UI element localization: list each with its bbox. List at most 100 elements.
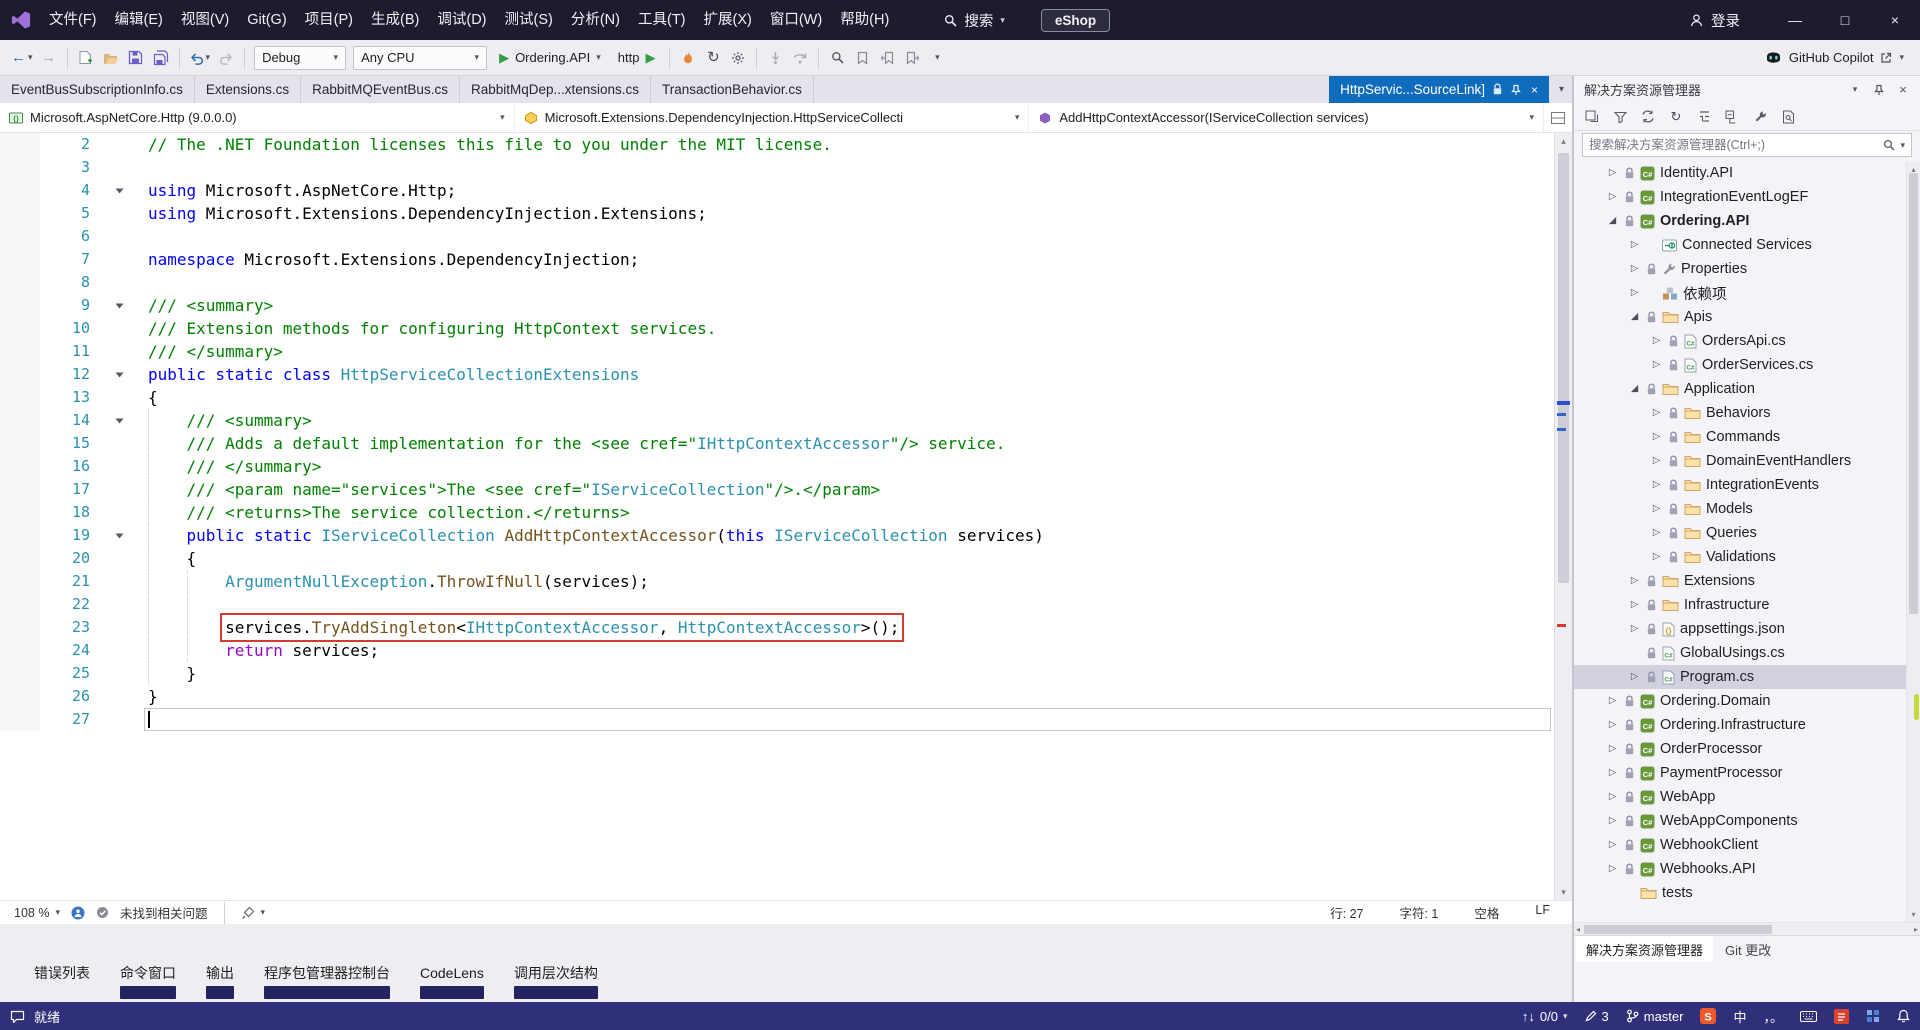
tree-item[interactable]: ▷ C# PaymentProcessor [1574, 761, 1906, 785]
presence-icon[interactable] [71, 906, 85, 920]
tree-expander-icon[interactable]: ▷ [1628, 576, 1641, 586]
code-line[interactable]: 24 return services; [0, 639, 1554, 662]
code-line[interactable]: 12 public static class HttpServiceCollect… [0, 363, 1554, 386]
menu-item[interactable]: 文件(F) [40, 0, 106, 40]
search-options-icon[interactable]: ▾ [1900, 140, 1905, 151]
code-line[interactable]: 21 ArgumentNullException.ThrowIfNull(ser… [0, 570, 1554, 593]
breakpoint-margin[interactable] [0, 179, 40, 202]
tree-expander-icon[interactable]: ▷ [1606, 168, 1619, 178]
panel-tab[interactable]: 调用层次结构 [513, 960, 598, 1002]
switch-views-button[interactable] [1580, 106, 1604, 128]
editor-tab[interactable]: RabbitMqDep...xtensions.cs [460, 76, 652, 103]
pin-button[interactable] [1868, 84, 1890, 96]
active-files-dropdown[interactable]: ▾ [1559, 84, 1564, 95]
tree-item[interactable]: ▷ Queries [1574, 521, 1906, 545]
panel-tab[interactable]: 输出 [206, 960, 234, 1002]
tree-item[interactable]: ▷ C# Identity.API [1574, 161, 1906, 185]
tree-expander-icon[interactable]: ▷ [1628, 288, 1641, 298]
close-button[interactable]: × [1870, 0, 1920, 40]
tree-item[interactable]: ▷ 依赖项 [1574, 281, 1906, 305]
tree-item[interactable]: ▷ Commands [1574, 425, 1906, 449]
breakpoint-margin[interactable] [0, 593, 40, 616]
breakpoint-margin[interactable] [0, 501, 40, 524]
tree-item[interactable]: ▷ DomainEventHandlers [1574, 449, 1906, 473]
tree-item[interactable]: ▷ C# IntegrationEventLogEF [1574, 185, 1906, 209]
code-line[interactable]: 9 /// <summary> [0, 294, 1554, 317]
breakpoint-margin[interactable] [0, 340, 40, 363]
tree-expander-icon[interactable]: ▷ [1650, 408, 1663, 418]
redo-button[interactable] [214, 45, 238, 71]
filter-button[interactable] [1608, 106, 1632, 128]
breakpoint-margin[interactable] [0, 662, 40, 685]
code-line[interactable]: 3 [0, 156, 1554, 179]
breakpoint-margin[interactable] [0, 317, 40, 340]
tree-item[interactable]: ▷ {} appsettings.json [1574, 617, 1906, 641]
tree-expander-icon[interactable]: ▷ [1606, 696, 1619, 706]
maximize-button[interactable]: □ [1820, 0, 1870, 40]
breakpoint-margin[interactable] [0, 225, 40, 248]
breakpoint-margin[interactable] [0, 432, 40, 455]
tree-expander-icon[interactable]: ◢ [1606, 216, 1619, 226]
tree-expander-icon[interactable]: ▷ [1650, 552, 1663, 562]
panel-tab[interactable]: 命令窗口 [120, 960, 176, 1002]
scroll-down-icon[interactable]: ▾ [1907, 906, 1920, 922]
save-all-button[interactable] [149, 45, 173, 71]
editor-tab[interactable]: HttpServic...SourceLink] × [1329, 76, 1549, 103]
step-over-button[interactable] [788, 45, 812, 71]
line-indicator[interactable]: 行: 27 [1330, 903, 1363, 922]
code-line[interactable]: 19 public static IServiceCollection AddH… [0, 524, 1554, 547]
tree-expander-icon[interactable]: ▷ [1606, 192, 1619, 202]
sogou-ime-button[interactable]: S [1700, 1008, 1717, 1024]
split-window-button[interactable] [1544, 103, 1572, 132]
start-debugging-button[interactable]: ▶ Ordering.API ▾ [491, 45, 609, 71]
tree-item[interactable]: ▷ Extensions [1574, 569, 1906, 593]
close-tab-button[interactable]: × [1529, 83, 1538, 97]
save-button[interactable] [124, 45, 148, 71]
restart-button[interactable]: ↻ [701, 45, 725, 71]
pending-changes-button[interactable]: 3 [1585, 1009, 1609, 1024]
code-line[interactable]: 10 /// Extension methods for configuring … [0, 317, 1554, 340]
branch-button[interactable]: master [1626, 1009, 1683, 1024]
scroll-left-icon[interactable]: ◂ [1576, 925, 1580, 934]
code-line[interactable]: 22 [0, 593, 1554, 616]
tree-item[interactable]: ▷ Models [1574, 497, 1906, 521]
sign-in-button[interactable]: 登录 [1689, 10, 1740, 31]
settings-button[interactable] [726, 45, 750, 71]
editor-tab[interactable]: RabbitMQEventBus.cs [301, 76, 460, 103]
undo-button[interactable]: ▾ [186, 45, 214, 71]
menu-item[interactable]: 帮助(H) [831, 0, 898, 40]
ime-punctuation-button[interactable]: ，。 [1763, 1007, 1783, 1026]
previous-bookmark-button[interactable] [875, 45, 899, 71]
nest-files-button[interactable] [1692, 106, 1716, 128]
code-line[interactable]: 17 /// <param name="services">The <see c… [0, 478, 1554, 501]
zoom-dropdown[interactable]: 108 % ▾ [14, 906, 60, 920]
menu-item[interactable]: 扩展(X) [695, 0, 761, 40]
ime-keyboard-button[interactable] [1800, 1010, 1817, 1022]
toolbar-options-button[interactable]: ▾ [925, 45, 949, 71]
breakpoint-margin[interactable] [0, 547, 40, 570]
breakpoint-margin[interactable] [0, 133, 40, 156]
tree-item[interactable]: ◢ C# Ordering.API [1574, 209, 1906, 233]
properties-button[interactable] [1748, 106, 1772, 128]
tree-expander-icon[interactable]: ▷ [1606, 720, 1619, 730]
breakpoint-margin[interactable] [0, 570, 40, 593]
code-line[interactable]: 7 namespace Microsoft.Extensions.Dependen… [0, 248, 1554, 271]
editor-tab[interactable]: Extensions.cs [195, 76, 302, 103]
scroll-up-icon[interactable]: ▴ [1555, 133, 1572, 149]
menu-item[interactable]: 测试(S) [496, 0, 562, 40]
tree-item[interactable]: tests [1574, 881, 1906, 905]
tree-item[interactable]: ▷ C# WebApp [1574, 785, 1906, 809]
code-line[interactable]: 16 /// </summary> [0, 455, 1554, 478]
line-ending-indicator[interactable]: LF [1535, 903, 1550, 922]
panel-tab[interactable]: 错误列表 [34, 960, 90, 1002]
tree-expander-icon[interactable]: ▷ [1606, 768, 1619, 778]
tree-item[interactable]: ▷ C# OrdersApi.cs [1574, 329, 1906, 353]
tree-item[interactable]: ▷ C# Program.cs [1574, 665, 1906, 689]
tree-expander-icon[interactable]: ▷ [1650, 336, 1663, 346]
fold-toggle[interactable] [106, 363, 132, 386]
menu-item[interactable]: 调试(D) [428, 0, 495, 40]
code-line[interactable]: 11 /// </summary> [0, 340, 1554, 363]
code-line[interactable]: 23 services.TryAddSingleton<IHttpContext… [0, 613, 1554, 642]
tree-expander-icon[interactable]: ▷ [1606, 840, 1619, 850]
breakpoint-margin[interactable] [0, 616, 40, 639]
